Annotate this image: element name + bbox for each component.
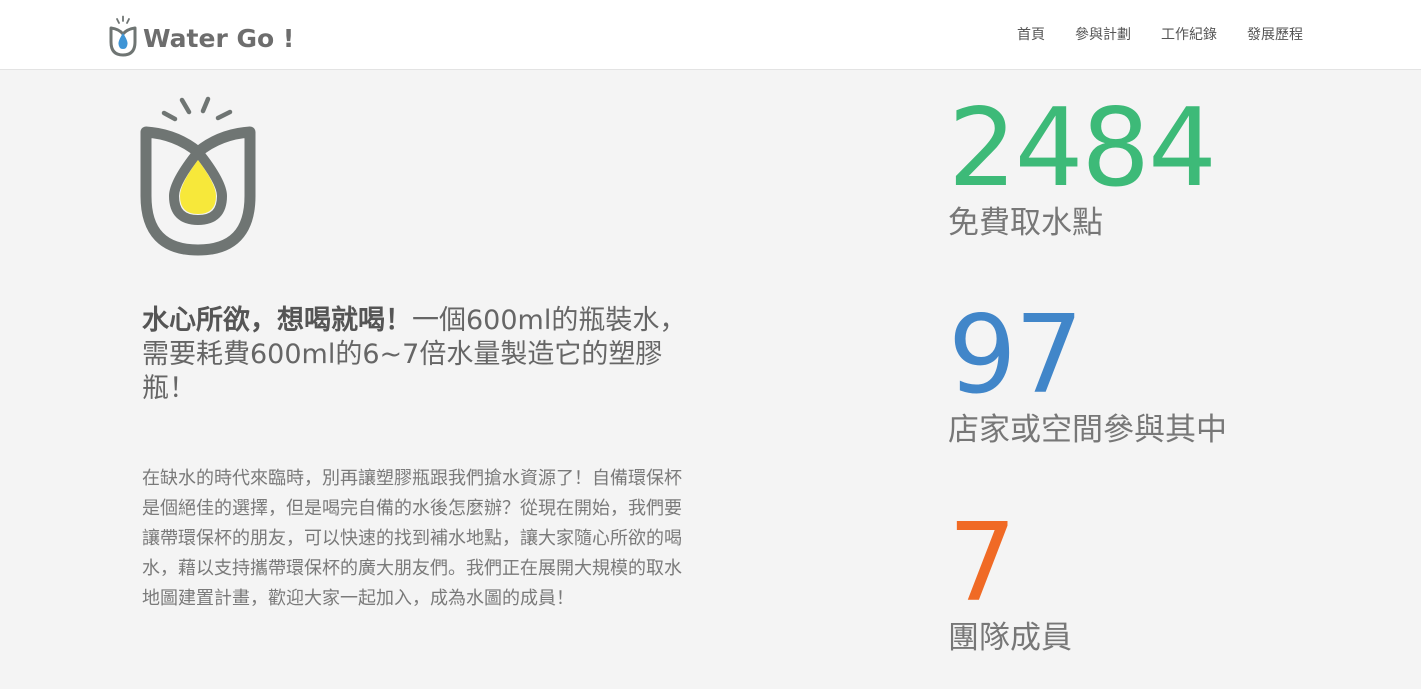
stat-number: 2484 bbox=[948, 86, 1217, 211]
hero-drop-logo-icon bbox=[140, 96, 256, 256]
stat-participating-shops: 97 店家或空間參與其中 bbox=[948, 302, 1227, 450]
stat-water-points: 2484 免費取水點 bbox=[948, 86, 1217, 243]
headline-strong: 水心所欲，想喝就喝！ bbox=[142, 305, 412, 336]
stat-number: 7 bbox=[948, 501, 1017, 626]
intro-headline: 水心所欲，想喝就喝！一個600ml的瓶裝水，需要耗費600ml的6~7倍水量製造… bbox=[142, 304, 702, 406]
main-nav: 首頁 參與計劃 工作紀錄 發展歷程 bbox=[1017, 24, 1303, 44]
nav-item-work-log[interactable]: 工作紀錄 bbox=[1161, 24, 1217, 44]
nav-item-join-plan[interactable]: 參與計劃 bbox=[1075, 24, 1131, 44]
water-go-logo-icon bbox=[109, 15, 137, 57]
nav-item-history[interactable]: 發展歷程 bbox=[1247, 24, 1303, 44]
stat-label: 團隊成員 bbox=[948, 620, 1072, 656]
navbar: Water Go ! 首頁 參與計劃 工作紀錄 發展歷程 bbox=[0, 0, 1421, 70]
nav-item-home[interactable]: 首頁 bbox=[1017, 24, 1045, 44]
stat-label: 店家或空間參與其中 bbox=[948, 412, 1227, 448]
intro-body: 在缺水的時代來臨時，別再讓塑膠瓶跟我們搶水資源了！自備環保杯是個絕佳的選擇，但是… bbox=[142, 468, 682, 609]
brand[interactable]: Water Go ! bbox=[107, 14, 294, 58]
brand-text: Water Go ! bbox=[143, 23, 295, 53]
stat-number: 97 bbox=[948, 293, 1083, 418]
stat-team-members: 7 團隊成員 bbox=[948, 510, 1072, 658]
